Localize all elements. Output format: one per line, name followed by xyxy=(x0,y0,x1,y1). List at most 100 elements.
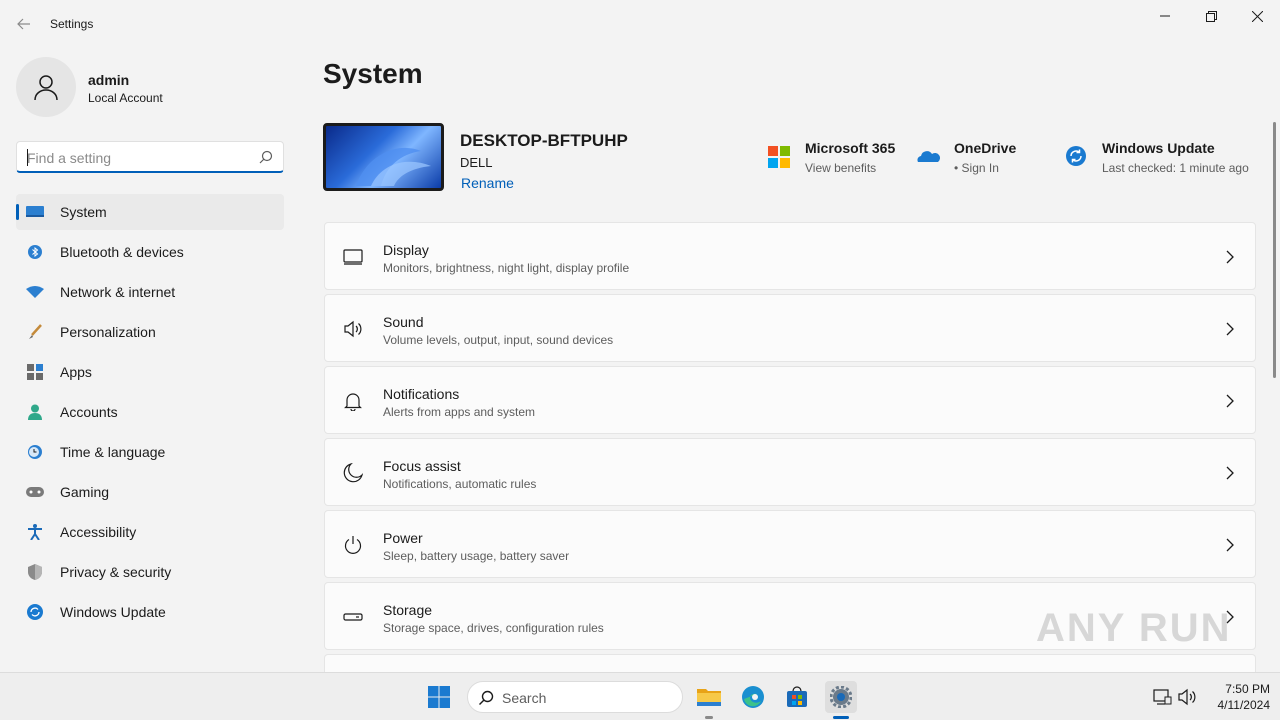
card-subtitle: Storage space, drives, configuration rul… xyxy=(383,621,604,635)
chevron-right-icon xyxy=(1226,538,1234,552)
device-wallpaper-thumbnail xyxy=(323,123,444,191)
search-icon xyxy=(479,690,494,705)
scrollbar-thumb[interactable] xyxy=(1273,122,1276,378)
power-card[interactable]: Power Sleep, battery usage, battery save… xyxy=(324,510,1256,578)
card-subtitle: Volume levels, output, input, sound devi… xyxy=(383,333,614,347)
storage-drive-icon xyxy=(343,613,363,621)
clock-globe-icon xyxy=(26,444,44,460)
sidebar-item-personalization[interactable]: Personalization xyxy=(16,314,284,350)
chevron-right-icon xyxy=(1226,466,1234,480)
running-indicator xyxy=(705,716,713,719)
windows-start-icon[interactable] xyxy=(427,685,451,709)
rename-link[interactable]: Rename xyxy=(461,175,514,191)
minimize-icon xyxy=(1160,15,1170,17)
volume-icon[interactable] xyxy=(1177,687,1197,707)
card-subtitle: Alerts from apps and system xyxy=(383,405,536,419)
sidebar-item-label: System xyxy=(60,204,107,220)
search-input[interactable]: Find a setting xyxy=(16,141,284,173)
card-title: Display xyxy=(383,242,429,258)
file-explorer-button[interactable] xyxy=(693,681,725,719)
sidebar-item-label: Network & internet xyxy=(60,284,176,300)
sound-card[interactable]: Sound Volume levels, output, input, soun… xyxy=(324,294,1256,362)
clock-date: 4/11/2024 xyxy=(1217,698,1271,712)
user-profile[interactable]: admin Local Account xyxy=(16,57,284,117)
update-icon xyxy=(26,604,44,620)
taskbar-search[interactable]: Search xyxy=(467,681,683,713)
quick-link-title: OneDrive xyxy=(954,140,1017,156)
sidebar-item-network[interactable]: Network & internet xyxy=(16,274,284,310)
chevron-right-icon xyxy=(1226,394,1234,408)
sidebar-item-system[interactable]: System xyxy=(16,194,284,230)
card-title: Storage xyxy=(383,602,433,618)
accessibility-icon xyxy=(26,524,44,540)
sidebar-item-accessibility[interactable]: Accessibility xyxy=(16,514,284,550)
focus-assist-card[interactable]: Focus assist Notifications, automatic ru… xyxy=(324,438,1256,506)
close-button[interactable] xyxy=(1234,0,1280,32)
display-card[interactable]: Display Monitors, brightness, night ligh… xyxy=(324,222,1256,290)
restore-button[interactable] xyxy=(1188,0,1234,32)
page-title: System xyxy=(323,58,423,89)
settings-gear-icon xyxy=(830,686,852,708)
windows-bloom-image xyxy=(356,147,431,186)
clock-time: 7:50 PM xyxy=(1225,682,1270,696)
quick-link-title: Windows Update xyxy=(1102,140,1215,156)
card-title: Sound xyxy=(383,314,424,330)
minimize-button[interactable] xyxy=(1142,0,1188,32)
sidebar-item-label: Accessibility xyxy=(60,524,137,540)
sidebar-item-label: Privacy & security xyxy=(60,564,172,580)
sidebar-item-accounts[interactable]: Accounts xyxy=(16,394,284,430)
onedrive-cloud-icon xyxy=(917,151,940,162)
card-subtitle: Monitors, brightness, night light, displ… xyxy=(383,261,630,275)
back-arrow-icon xyxy=(17,18,30,30)
card-subtitle: Notifications, automatic rules xyxy=(383,477,537,491)
store-button[interactable] xyxy=(781,681,813,713)
device-model: DELL xyxy=(460,155,493,170)
avatar xyxy=(16,57,76,117)
next-card-partial[interactable] xyxy=(324,654,1256,674)
edge-icon xyxy=(742,686,764,708)
power-icon xyxy=(344,536,362,554)
apps-icon xyxy=(26,364,44,380)
display-icon xyxy=(343,249,363,265)
sidebar-nav: System Bluetooth & devices Network & int… xyxy=(16,194,284,634)
bell-icon xyxy=(344,393,362,411)
close-icon xyxy=(1251,10,1263,22)
device-name: DESKTOP-BFTPUHP xyxy=(460,131,628,150)
sidebar-item-windows-update[interactable]: Windows Update xyxy=(16,594,284,630)
store-icon xyxy=(787,686,807,707)
network-icon[interactable] xyxy=(1152,687,1172,707)
accounts-icon xyxy=(26,404,44,420)
back-button[interactable] xyxy=(10,12,38,36)
card-subtitle: Sleep, battery usage, battery saver xyxy=(383,549,570,563)
sidebar-item-label: Personalization xyxy=(60,324,156,340)
restore-icon xyxy=(1205,10,1217,22)
notifications-card[interactable]: Notifications Alerts from apps and syste… xyxy=(324,366,1256,434)
sidebar-item-time-language[interactable]: Time & language xyxy=(16,434,284,470)
sidebar-item-bluetooth[interactable]: Bluetooth & devices xyxy=(16,234,284,270)
sidebar-item-gaming[interactable]: Gaming xyxy=(16,474,284,510)
clock[interactable]: 7:50 PM 4/11/2024 xyxy=(1200,681,1271,713)
settings-app-button[interactable] xyxy=(825,681,857,719)
edge-button[interactable] xyxy=(737,681,769,713)
sidebar-item-label: Time & language xyxy=(60,444,166,460)
user-name: admin xyxy=(88,72,130,88)
taskbar: Search 7:50 PM 4/11/2024 xyxy=(0,672,1280,720)
sidebar-item-privacy-security[interactable]: Privacy & security xyxy=(16,554,284,590)
taskbar-search-label: Search xyxy=(502,690,547,706)
speaker-icon xyxy=(344,320,362,338)
moon-icon xyxy=(343,463,363,483)
quick-link-subtitle: • Sign In xyxy=(954,161,999,175)
sidebar-item-label: Accounts xyxy=(60,404,118,420)
sidebar-item-label: Windows Update xyxy=(60,604,166,620)
sidebar-item-apps[interactable]: Apps xyxy=(16,354,284,390)
active-indicator xyxy=(833,716,849,719)
sidebar-item-label: Bluetooth & devices xyxy=(60,244,184,260)
quick-link-subtitle: View benefits xyxy=(805,161,877,175)
bluetooth-icon xyxy=(26,244,44,260)
wifi-icon xyxy=(26,284,44,300)
microsoft-365-icon xyxy=(768,146,790,168)
card-title: Power xyxy=(383,530,423,546)
anyrun-watermark: ANY RUN xyxy=(1036,606,1232,650)
shield-icon xyxy=(26,564,44,580)
windows-update-icon xyxy=(1066,146,1086,166)
